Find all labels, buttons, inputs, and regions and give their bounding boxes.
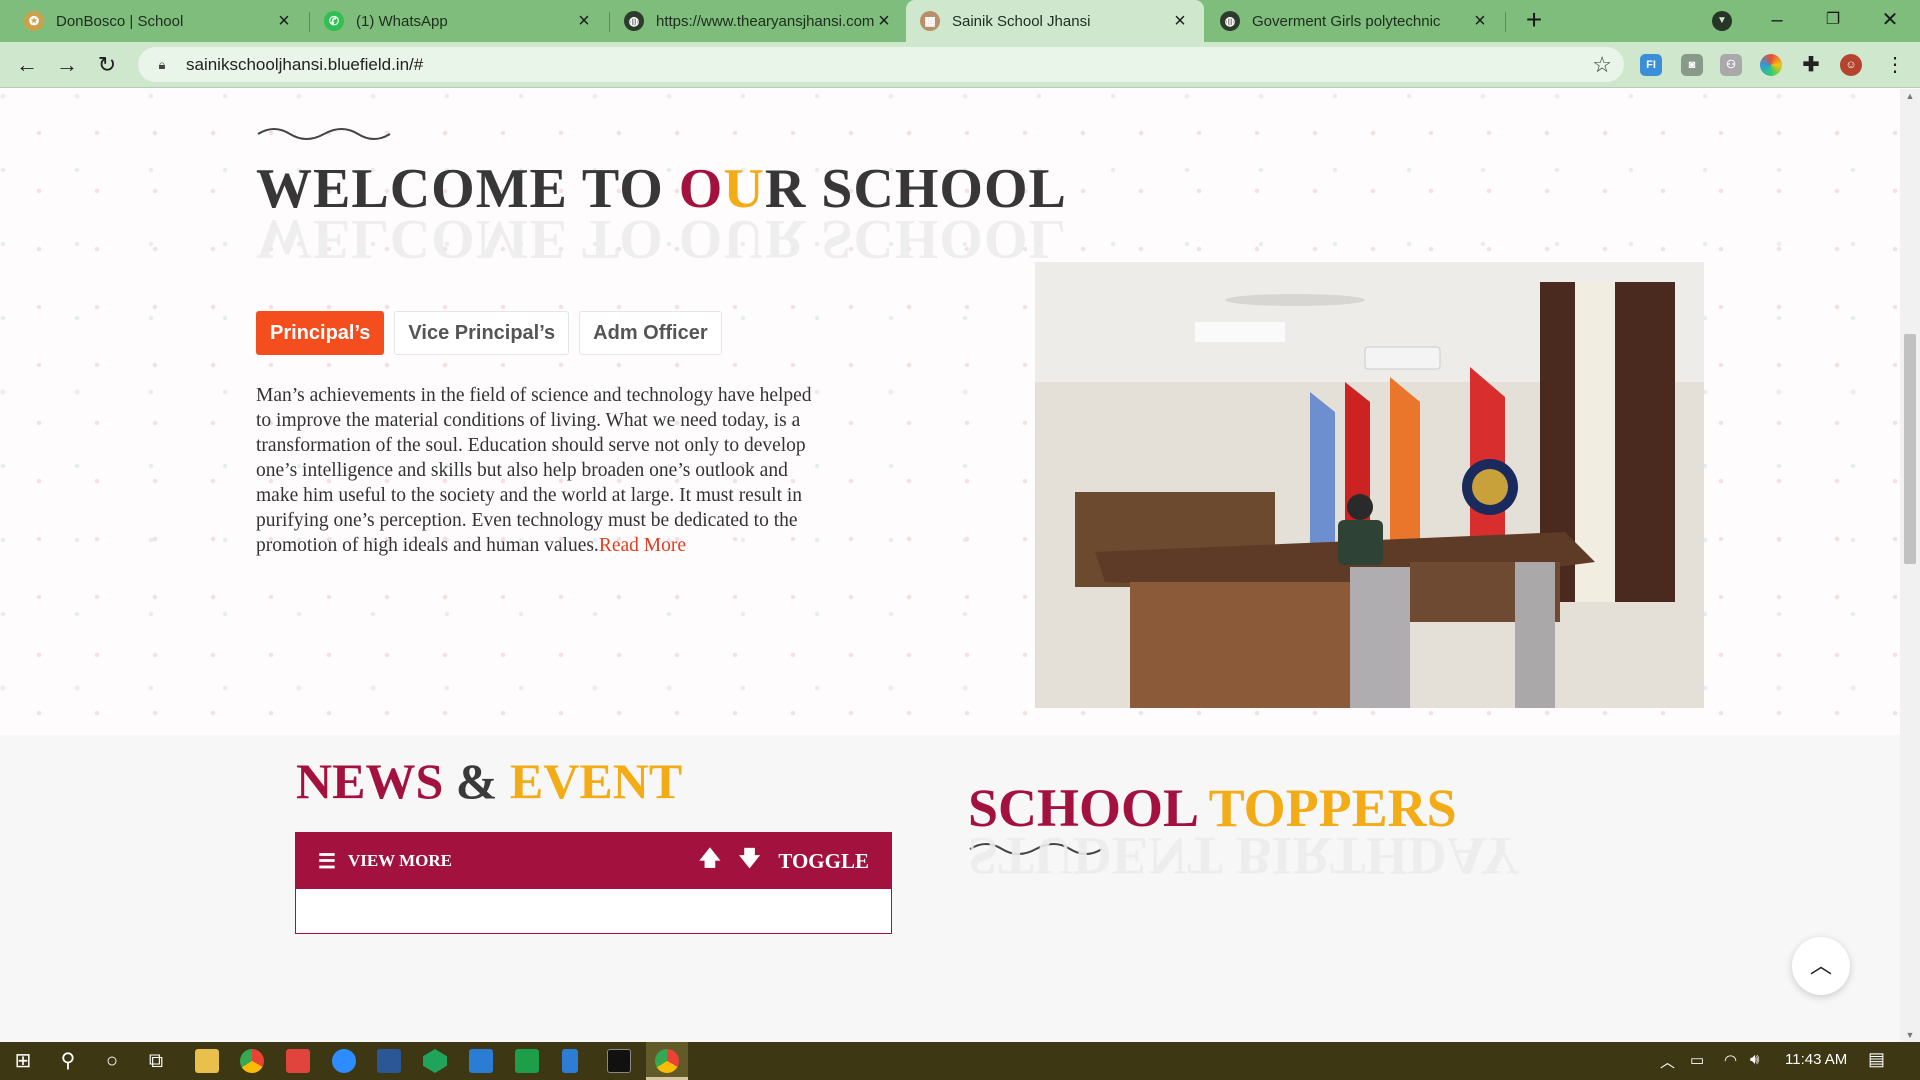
app-icon[interactable] <box>377 1049 401 1073</box>
view-more-label: VIEW MORE <box>347 851 452 870</box>
task-view-icon[interactable]: ⧉ <box>141 1046 171 1076</box>
cortana-icon[interactable]: ○ <box>97 1046 127 1076</box>
vscode-icon[interactable] <box>469 1049 493 1073</box>
message-tabs: Principal’s Vice Principal’s Adm Officer <box>256 311 722 355</box>
chrome-icon[interactable] <box>655 1049 679 1073</box>
people-icon[interactable]: ⚇ <box>1720 54 1742 76</box>
restore-button[interactable]: ❐ <box>1803 2 1863 38</box>
school-logo-icon: ✪ <box>24 11 44 31</box>
windows-start-icon[interactable]: ⊞ <box>8 1046 38 1076</box>
close-icon[interactable]: × <box>274 10 294 33</box>
scroll-down-arrow[interactable]: ▼ <box>1900 1030 1920 1040</box>
file-explorer-icon[interactable] <box>195 1049 219 1073</box>
news-event-heading: NEWS & EVENT <box>296 752 682 810</box>
app-icon[interactable] <box>423 1049 447 1073</box>
scroll-up-arrow[interactable]: ▲ <box>1900 91 1920 101</box>
page-scrollbar[interactable]: ▲ ▼ <box>1900 89 1920 1042</box>
tab-search-icon[interactable]: ▼ <box>1712 11 1732 31</box>
browser-tab-active[interactable]: ▦ Sainik School Jhansi × <box>906 0 1204 42</box>
browser-menu-button[interactable]: ⋮ <box>1880 50 1910 80</box>
heading-part: & <box>443 753 510 809</box>
tab-title: Sainik School Jhansi <box>952 12 1091 30</box>
wifi-icon[interactable]: ◠ <box>1724 1051 1737 1069</box>
heading-reflection: WELCOME TO OUR SCHOOL <box>256 208 1067 270</box>
close-icon[interactable]: × <box>574 10 594 33</box>
arrow-up-icon[interactable]: 🡅 <box>699 844 721 879</box>
chrome-icon[interactable] <box>240 1049 264 1073</box>
excel-icon[interactable] <box>515 1049 539 1073</box>
zoom-icon[interactable] <box>332 1049 356 1073</box>
reload-button[interactable]: ↻ <box>92 50 122 80</box>
heading-reflection: STUDENT BIRTHDAY <box>968 826 1520 886</box>
school-logo-icon: ▦ <box>920 11 940 31</box>
web-page: WELCOME TO OUR SCHOOL WELCOME TO OUR SCH… <box>0 89 1900 1042</box>
show-hidden-icons[interactable]: ︿ <box>1660 1051 1675 1072</box>
news-panel: ☰ VIEW MORE 🡅 🡇 TOGGLE <box>295 832 892 934</box>
window-close-button[interactable]: ✕ <box>1860 2 1920 38</box>
principal-message: Man’s achievements in the field of scien… <box>256 383 818 558</box>
browser-tab[interactable]: ◍ https://www.thearyansjhansi.com × <box>610 0 908 42</box>
browser-tab[interactable]: ✪ DonBosco | School × <box>10 0 308 42</box>
volume-icon[interactable]: 🔊︎ <box>1750 1051 1759 1068</box>
anydesk-icon[interactable] <box>286 1049 310 1073</box>
list-icon: ☰ <box>318 850 336 873</box>
minimize-button[interactable]: – <box>1747 2 1807 38</box>
clock[interactable]: 11:43 AM <box>1785 1051 1847 1068</box>
tab-title: https://www.thearyansjhansi.com <box>656 12 874 30</box>
toggle-button[interactable]: TOGGLE <box>778 849 869 874</box>
tab-title: DonBosco | School <box>56 12 184 30</box>
tab-adm-officer[interactable]: Adm Officer <box>579 311 722 355</box>
arrow-down-icon[interactable]: 🡇 <box>739 844 761 879</box>
battery-icon[interactable]: ▭ <box>1690 1051 1704 1069</box>
scrollbar-thumb[interactable] <box>1904 334 1916 564</box>
globe-icon: ◍ <box>1220 11 1240 31</box>
message-text: Man’s achievements in the field of scien… <box>256 385 812 556</box>
principal-office-photo <box>1035 262 1704 708</box>
decorative-wave <box>257 128 391 140</box>
camera-icon[interactable]: ◙ <box>1681 54 1703 76</box>
tab-divider <box>1505 12 1506 32</box>
fi-extension-icon[interactable]: FI <box>1640 54 1662 76</box>
news-section-background <box>0 735 1900 1042</box>
browser-tab-strip: ✪ DonBosco | School × ✆ (1) WhatsApp × ◍… <box>0 0 1920 42</box>
read-more-link[interactable]: Read More <box>599 535 686 556</box>
bookmark-star-icon[interactable]: ☆ <box>1592 52 1612 78</box>
whatsapp-icon: ✆ <box>324 11 344 31</box>
heading-part: EVENT <box>509 753 683 809</box>
color-picker-icon[interactable] <box>1760 54 1782 76</box>
close-icon[interactable]: × <box>874 10 894 33</box>
heading-part: NEWS <box>296 753 444 809</box>
back-button[interactable]: ← <box>12 50 42 80</box>
globe-icon: ◍ <box>624 11 644 31</box>
tab-title: Goverment Girls polytechnic <box>1252 12 1441 30</box>
close-icon[interactable]: × <box>1170 10 1190 33</box>
tab-title: (1) WhatsApp <box>356 12 448 30</box>
tab-vice-principal[interactable]: Vice Principal’s <box>394 311 570 355</box>
new-tab-button[interactable]: + <box>1519 6 1549 36</box>
address-bar[interactable]: 🔒︎ sainikschooljhansi.bluefield.in/# ☆ <box>138 47 1624 82</box>
search-icon[interactable]: ⚲ <box>53 1046 83 1076</box>
windows-taskbar: ⊞ ⚲ ○ ⧉ ︿ ▭ ◠ 🔊︎ 11:43 AM ▤ <box>0 1042 1920 1080</box>
view-more-button[interactable]: ☰ VIEW MORE <box>318 849 452 874</box>
browser-tab[interactable]: ✆ (1) WhatsApp × <box>310 0 608 42</box>
forward-button[interactable]: → <box>52 50 82 80</box>
document-icon[interactable] <box>562 1049 578 1073</box>
profile-avatar[interactable]: ☺ <box>1840 54 1862 76</box>
tab-principal[interactable]: Principal’s <box>256 311 385 355</box>
browser-toolbar: ← → ↻ 🔒︎ sainikschooljhansi.bluefield.in… <box>0 42 1920 88</box>
news-panel-header: ☰ VIEW MORE 🡅 🡇 TOGGLE <box>296 833 891 889</box>
notification-icon[interactable]: ▤ <box>1868 1049 1885 1070</box>
close-icon[interactable]: × <box>1470 10 1490 33</box>
terminal-icon[interactable] <box>607 1049 631 1073</box>
scroll-to-top-button[interactable]: ︿ <box>1792 937 1850 995</box>
url-text: sainikschooljhansi.bluefield.in/# <box>186 54 424 74</box>
puzzle-icon[interactable]: ✚ <box>1800 54 1822 76</box>
browser-tab[interactable]: ◍ Goverment Girls polytechnic × <box>1206 0 1504 42</box>
lock-icon[interactable]: 🔒︎ <box>152 57 172 73</box>
